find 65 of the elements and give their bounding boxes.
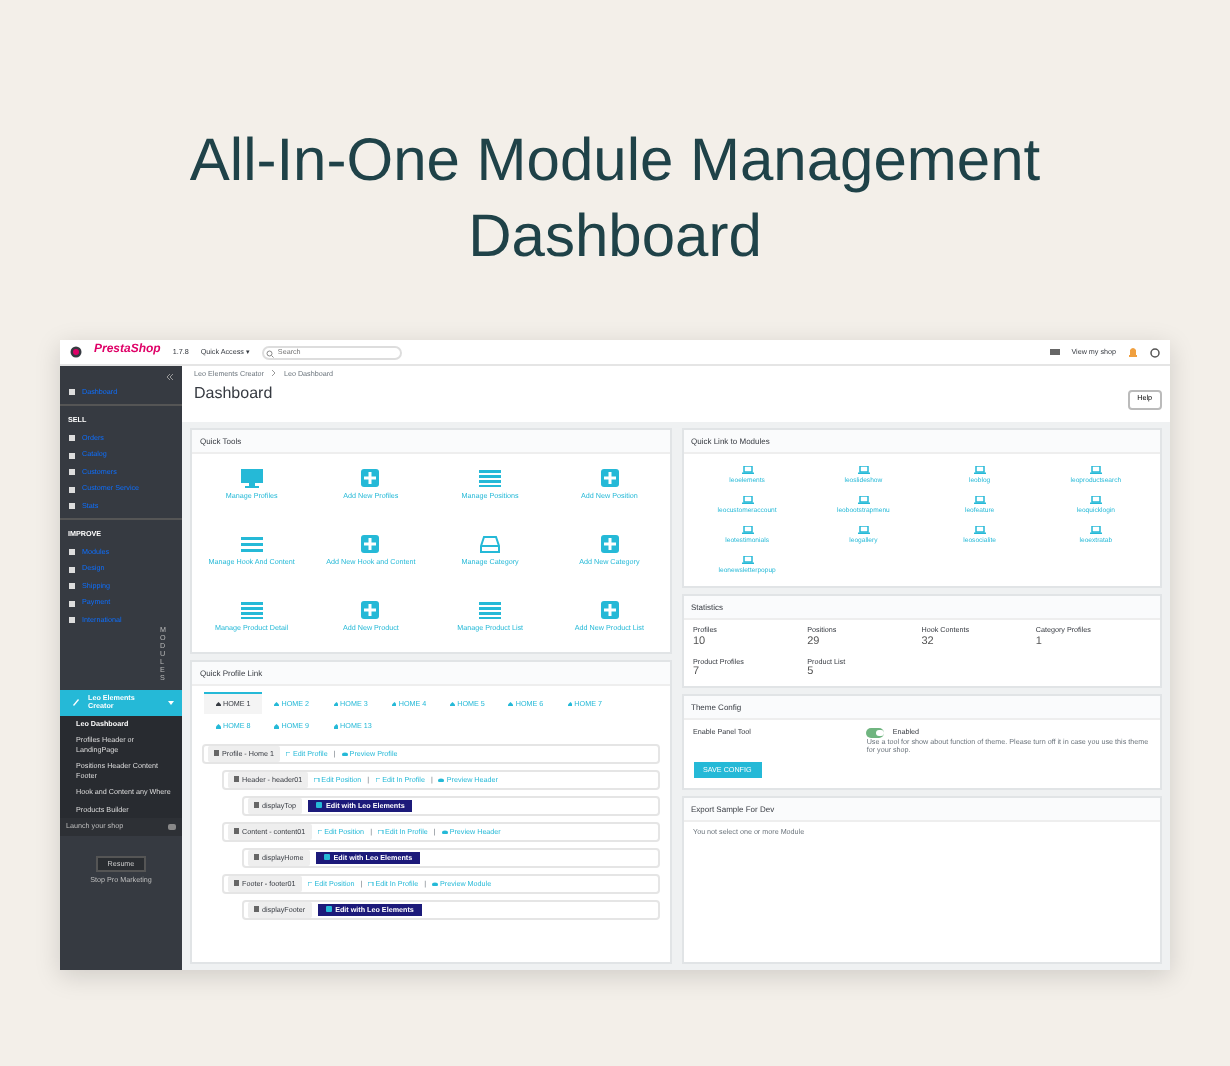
list-icon xyxy=(478,468,503,488)
edit-icon xyxy=(368,881,374,887)
eye-icon xyxy=(438,777,445,783)
add-icon xyxy=(599,600,620,620)
add-icon xyxy=(599,468,620,488)
laptop-icon xyxy=(1089,466,1102,474)
laptop-icon xyxy=(741,526,754,535)
home-icon xyxy=(333,724,339,730)
hook-icon xyxy=(254,906,259,913)
laptop-icon xyxy=(1089,526,1102,535)
pencil-icon xyxy=(72,698,80,707)
tray-icon xyxy=(478,534,503,554)
headline: All-In-One Module Management Dashboard xyxy=(187,126,1043,273)
search-icon xyxy=(265,349,274,357)
elements-icon xyxy=(315,802,322,809)
add-icon xyxy=(599,534,620,554)
home-icon xyxy=(450,701,456,707)
home-icon xyxy=(567,701,573,707)
user-icon xyxy=(1150,347,1160,357)
add-icon xyxy=(360,534,381,554)
bell-icon xyxy=(1128,346,1138,358)
laptop-icon xyxy=(741,556,754,565)
laptop-icon xyxy=(741,496,754,505)
laptop-icon xyxy=(857,526,870,535)
home-icon xyxy=(216,701,221,707)
laptop-icon xyxy=(973,466,986,474)
home-icon xyxy=(508,701,514,707)
laptop-icon xyxy=(857,496,870,505)
monitor-icon xyxy=(239,468,264,488)
edit-icon xyxy=(378,829,383,835)
elements-icon xyxy=(323,854,330,861)
list-icon xyxy=(478,600,503,620)
hook-icon xyxy=(254,802,259,809)
collapse-icon xyxy=(166,374,174,380)
home-icon xyxy=(274,724,280,730)
caret-icon xyxy=(168,699,174,706)
file-icon xyxy=(214,750,219,757)
file-icon xyxy=(234,776,239,783)
file-icon xyxy=(234,880,239,887)
laptop-icon xyxy=(857,466,870,474)
laptop-icon xyxy=(741,466,754,474)
elements-icon xyxy=(325,906,332,913)
list-icon xyxy=(239,600,264,620)
menu-item-icon xyxy=(68,388,76,397)
laptop-icon xyxy=(1089,496,1102,505)
home-icon xyxy=(216,724,221,730)
home-icon xyxy=(391,701,397,707)
file-icon xyxy=(234,828,239,835)
laptop-icon xyxy=(973,526,986,535)
eye-icon xyxy=(441,829,448,835)
page-title: Dashboard xyxy=(194,384,273,405)
add-icon xyxy=(360,468,381,488)
toggle-switch[interactable] xyxy=(866,728,885,738)
home-icon xyxy=(333,701,339,707)
laptop-icon xyxy=(973,496,986,505)
edit-icon xyxy=(314,777,320,783)
eye-icon xyxy=(341,751,348,757)
logo-icon xyxy=(70,346,82,358)
toggle-icon xyxy=(168,824,176,831)
hook-icon xyxy=(254,854,259,861)
home-icon xyxy=(274,701,280,707)
add-icon xyxy=(360,600,381,620)
menu-icon xyxy=(239,534,264,554)
eye-icon xyxy=(432,881,439,887)
shop-icon xyxy=(1049,348,1060,356)
